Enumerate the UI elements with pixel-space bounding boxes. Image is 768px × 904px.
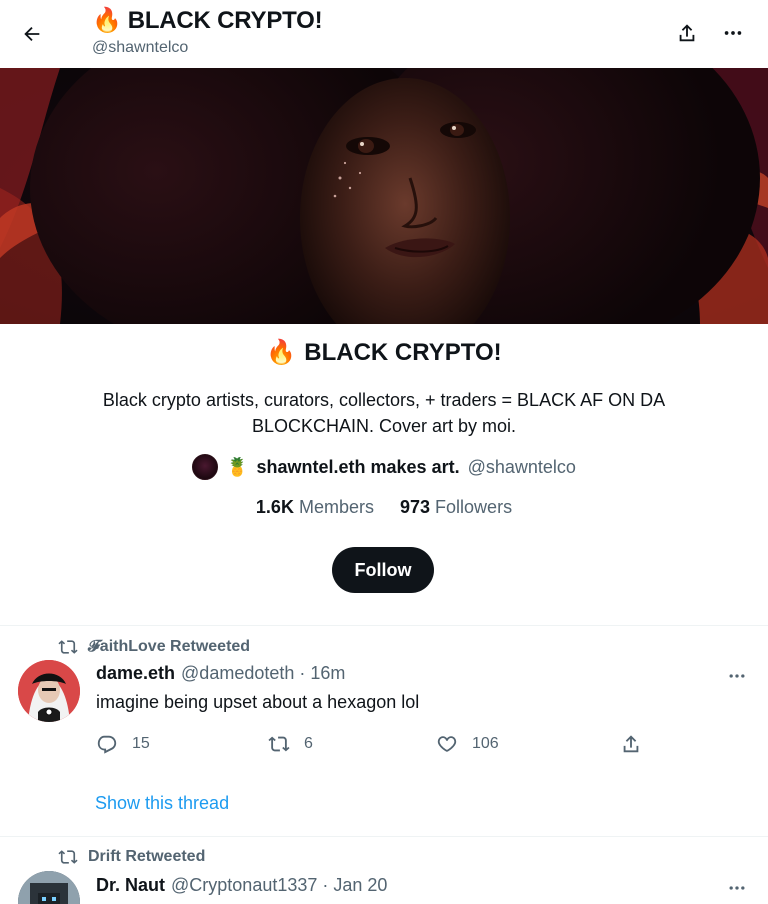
retweet-icon	[58, 847, 78, 867]
tweet-text: imagine being upset about a hexagon lol	[96, 692, 420, 712]
retweet-count: 6	[304, 735, 313, 752]
top-bar: 🔥 BLACK CRYPTO! @shawntelco	[0, 0, 768, 68]
more-options-icon[interactable]	[716, 16, 750, 50]
share-icon	[620, 733, 642, 755]
tweet-author-name[interactable]: Dr. Naut	[96, 875, 165, 896]
fire-icon: 🔥	[266, 339, 297, 366]
share-icon[interactable]	[670, 16, 704, 50]
share-button[interactable]	[620, 733, 642, 755]
retweeted-by-text[interactable]: 𝓕aithLove Retweeted	[88, 638, 250, 656]
retweet-icon	[58, 637, 78, 657]
retweet-button[interactable]: 6	[268, 733, 313, 755]
more-options-icon[interactable]	[722, 664, 752, 688]
fire-icon: 🔥	[92, 7, 122, 34]
community-owner[interactable]: 🍍 shawntel.eth makes art. @shawntelco	[0, 454, 768, 480]
like-button[interactable]: 106	[436, 733, 499, 755]
like-count: 106	[472, 735, 499, 752]
retweet-icon	[268, 733, 290, 755]
follow-button[interactable]: Follow	[332, 547, 434, 593]
tweet-handle-time[interactable]: @Cryptonaut1337 · Jan 20	[171, 875, 387, 896]
owner-handle[interactable]: @shawntelco	[468, 457, 576, 478]
show-thread-link[interactable]: Show this thread	[95, 793, 229, 814]
owner-name[interactable]: shawntel.eth makes art.	[257, 457, 460, 478]
avatar[interactable]	[18, 871, 80, 904]
retweeted-by-text[interactable]: Drift Retweeted	[88, 848, 205, 866]
reply-button[interactable]: 15	[96, 733, 150, 755]
reply-icon	[96, 733, 118, 755]
reply-count: 15	[132, 735, 150, 752]
header-handle: @shawntelco	[92, 39, 189, 56]
tweet-header: Dr. Naut @Cryptonaut1337 · Jan 20	[96, 875, 387, 896]
divider	[0, 625, 768, 626]
retweet-indicator: 𝓕aithLove Retweeted	[58, 637, 250, 657]
tweet-handle-time[interactable]: @damedoteth · 16m	[181, 663, 345, 684]
community-stats: 1.6K Members 973 Followers	[0, 497, 768, 518]
followers-label: Followers	[435, 497, 513, 517]
members-count: 1.6K	[255, 497, 294, 517]
members-label: Members	[298, 497, 374, 517]
tweet-header: dame.eth @damedoteth · 16m	[96, 663, 345, 684]
back-arrow-icon[interactable]	[14, 16, 50, 52]
retweet-indicator: Drift Retweeted	[58, 847, 205, 867]
heart-icon	[436, 733, 458, 755]
avatar[interactable]	[192, 454, 219, 480]
tweet-author-name[interactable]: dame.eth	[96, 663, 175, 684]
more-options-icon[interactable]	[722, 876, 752, 900]
divider	[0, 836, 768, 837]
header-title-text: BLACK CRYPTO!	[127, 6, 323, 34]
followers-count: 973	[399, 497, 431, 517]
members-stat[interactable]: 1.6K Members	[256, 497, 374, 518]
community-title: 🔥 BLACK CRYPTO!	[0, 338, 768, 367]
pineapple-icon: 🍍	[226, 456, 249, 477]
community-title-text: BLACK CRYPTO!	[304, 338, 502, 366]
community-banner	[0, 68, 768, 324]
followers-stat[interactable]: 973 Followers	[400, 497, 512, 518]
header-title: 🔥 BLACK CRYPTO!	[92, 6, 323, 35]
community-description: Black crypto artists, curators, collecto…	[102, 390, 666, 436]
avatar[interactable]	[18, 660, 80, 722]
